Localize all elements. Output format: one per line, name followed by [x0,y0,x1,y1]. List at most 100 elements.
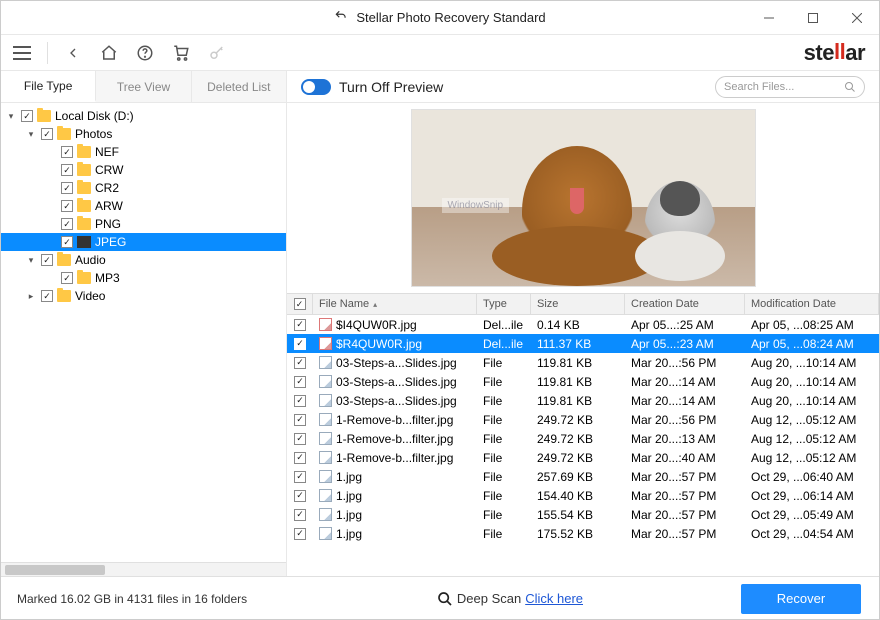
file-cdate: Apr 05...:25 AM [625,318,745,332]
tree-label: JPEG [95,235,126,249]
preview-toggle-label: Turn Off Preview [339,79,443,95]
file-row[interactable]: ✓1-Remove-b...filter.jpgFile249.72 KBMar… [287,410,879,429]
file-size: 119.81 KB [531,394,625,408]
recover-button[interactable]: Recover [741,584,861,614]
file-row[interactable]: ✓1.jpgFile175.52 KBMar 20...:57 PMOct 29… [287,524,879,543]
file-type: File [477,432,531,446]
header-cdate[interactable]: Creation Date [625,294,745,314]
key-icon[interactable] [206,42,228,64]
checkbox[interactable]: ✓ [294,376,306,388]
header-mdate[interactable]: Modification Date [745,294,879,314]
file-row[interactable]: ✓1-Remove-b...filter.jpgFile249.72 KBMar… [287,448,879,467]
file-row[interactable]: ✓$R4QUW0R.jpgDel...ile111.37 KBApr 05...… [287,334,879,353]
help-icon[interactable] [134,42,156,64]
search-input[interactable]: Search Files... [715,76,865,98]
checkbox[interactable]: ✓ [61,146,73,158]
file-row[interactable]: ✓1.jpgFile154.40 KBMar 20...:57 PMOct 29… [287,486,879,505]
header-name[interactable]: File Name ▴ [313,294,477,314]
file-cdate: Mar 20...:13 AM [625,432,745,446]
header-size[interactable]: Size [531,294,625,314]
deepscan-link[interactable]: Click here [525,591,583,606]
twisty-icon[interactable]: ▾ [5,111,17,122]
checkbox[interactable]: ✓ [61,272,73,284]
watermark: WindowSnip [442,198,510,213]
file-size: 249.72 KB [531,451,625,465]
checkbox[interactable]: ✓ [294,490,306,502]
tree-item[interactable]: ▾ ✓ Local Disk (D:) [1,107,286,125]
tree-item[interactable]: ✓ CRW [1,161,286,179]
file-row[interactable]: ✓1-Remove-b...filter.jpgFile249.72 KBMar… [287,429,879,448]
tree-scrollbar[interactable] [1,562,286,576]
checkbox[interactable]: ✓ [294,528,306,540]
twisty-icon[interactable]: ▸ [25,291,37,302]
checkbox[interactable]: ✓ [21,110,33,122]
maximize-button[interactable] [791,1,835,35]
checkbox[interactable]: ✓ [294,452,306,464]
checkbox[interactable]: ✓ [61,236,73,248]
checkbox[interactable]: ✓ [41,128,53,140]
checkbox[interactable]: ✓ [294,357,306,369]
tree-item[interactable]: ✓ JPEG [1,233,286,251]
close-button[interactable] [835,1,879,35]
file-name: 03-Steps-a...Slides.jpg [336,356,457,370]
checkbox[interactable]: ✓ [61,164,73,176]
tab-deleted-list[interactable]: Deleted List [192,71,287,102]
checkbox[interactable]: ✓ [294,433,306,445]
minimize-button[interactable] [747,1,791,35]
tree-item[interactable]: ✓CR2 [1,179,286,197]
file-name: 1-Remove-b...filter.jpg [336,451,453,465]
folder-icon [77,164,91,176]
file-row[interactable]: ✓$I4QUW0R.jpgDel...ile0.14 KBApr 05...:2… [287,315,879,334]
file-mdate: Oct 29, ...05:49 AM [745,508,879,522]
header-type[interactable]: Type [477,294,531,314]
file-row[interactable]: ✓03-Steps-a...Slides.jpgFile119.81 KBMar… [287,391,879,410]
file-row[interactable]: ✓1.jpgFile155.54 KBMar 20...:57 PMOct 29… [287,505,879,524]
file-row[interactable]: ✓03-Steps-a...Slides.jpgFile119.81 KBMar… [287,372,879,391]
checkbox[interactable]: ✓ [294,338,306,350]
checkbox[interactable]: ✓ [61,182,73,194]
checkbox[interactable]: ✓ [294,414,306,426]
back-history-icon[interactable] [334,9,348,26]
preview-toggle[interactable] [301,79,331,95]
file-mdate: Apr 05, ...08:25 AM [745,318,879,332]
checkbox[interactable]: ✓ [294,471,306,483]
twisty-icon[interactable]: ▾ [25,255,37,266]
file-icon [319,318,332,331]
folder-icon [77,272,91,284]
file-cdate: Mar 20...:57 PM [625,489,745,503]
tree-label: Video [75,289,105,303]
file-mdate: Aug 20, ...10:14 AM [745,375,879,389]
tree-item[interactable]: ▾✓Audio [1,251,286,269]
header-chk[interactable]: ✓ [287,294,313,314]
file-mdate: Aug 12, ...05:12 AM [745,413,879,427]
tree-item[interactable]: ✓ARW [1,197,286,215]
tree-label: Local Disk (D:) [55,109,134,123]
status-text: Marked 16.02 GB in 4131 files in 16 fold… [17,592,247,606]
file-size: 249.72 KB [531,432,625,446]
menu-icon[interactable] [11,42,33,64]
tree-label: CRW [95,163,123,177]
file-row[interactable]: ✓1.jpgFile257.69 KBMar 20...:57 PMOct 29… [287,467,879,486]
tree-item[interactable]: ▾✓Photos [1,125,286,143]
tree-item[interactable]: ✓MP3 [1,269,286,287]
tree-item[interactable]: ✓NEF [1,143,286,161]
home-icon[interactable] [98,42,120,64]
checkbox[interactable]: ✓ [41,254,53,266]
checkbox[interactable]: ✓ [41,290,53,302]
tab-file-type[interactable]: File Type [1,71,96,102]
file-row[interactable]: ✓03-Steps-a...Slides.jpgFile119.81 KBMar… [287,353,879,372]
checkbox[interactable]: ✓ [61,200,73,212]
preview-area: WindowSnip [287,103,879,293]
file-icon [319,470,332,483]
checkbox[interactable]: ✓ [294,319,306,331]
twisty-icon[interactable]: ▾ [25,129,37,140]
folder-icon [77,218,91,230]
tree-item[interactable]: ▸ ✓ Video [1,287,286,305]
tab-tree-view[interactable]: Tree View [96,71,191,102]
checkbox[interactable]: ✓ [294,509,306,521]
tree-item[interactable]: ✓PNG [1,215,286,233]
cart-icon[interactable] [170,42,192,64]
checkbox[interactable]: ✓ [294,395,306,407]
back-icon[interactable] [62,42,84,64]
checkbox[interactable]: ✓ [61,218,73,230]
